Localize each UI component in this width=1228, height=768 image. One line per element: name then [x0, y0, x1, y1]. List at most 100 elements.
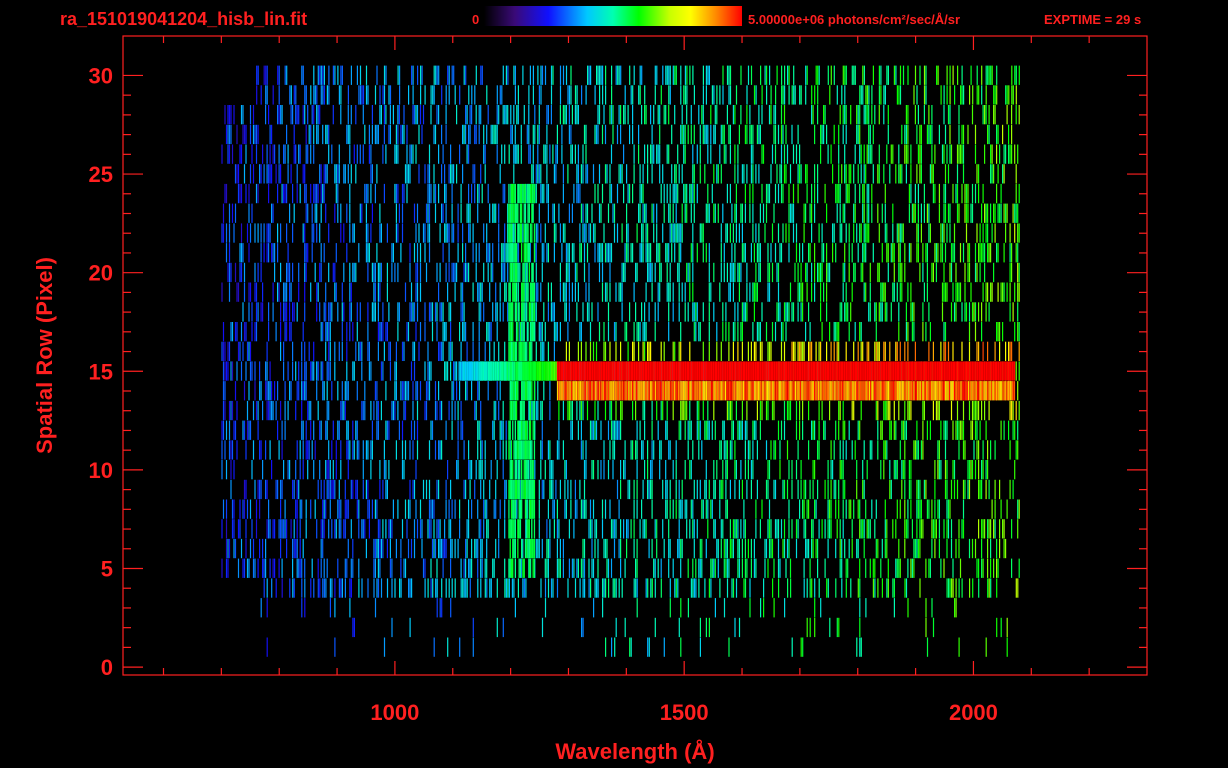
- heatmap-cell: [878, 164, 880, 184]
- heatmap-cell: [835, 183, 837, 204]
- heatmap-cell: [520, 144, 522, 164]
- heatmap-cell: [958, 440, 960, 460]
- heatmap-cell: [905, 105, 907, 125]
- heatmap-cell: [394, 400, 396, 421]
- heatmap-cell: [639, 164, 641, 184]
- heatmap-cell: [320, 164, 322, 184]
- heatmap-cell: [268, 322, 270, 342]
- heatmap-cell: [943, 105, 945, 125]
- heatmap-cell: [976, 420, 978, 440]
- heatmap-cell: [917, 203, 919, 223]
- heatmap-cell: [833, 124, 835, 145]
- heatmap-cell: [783, 519, 786, 539]
- heatmap-cell: [946, 538, 948, 559]
- heatmap-cell: [974, 400, 977, 421]
- heatmap-cell: [601, 183, 604, 204]
- heatmap-cell: [292, 341, 294, 361]
- heatmap-cell: [792, 144, 795, 164]
- heatmap-cell: [257, 302, 259, 322]
- heatmap-cell: [598, 203, 601, 223]
- heatmap-cell: [361, 85, 363, 105]
- heatmap-cell: [941, 302, 944, 322]
- heatmap-cell: [302, 223, 304, 243]
- heatmap-cell: [486, 538, 488, 559]
- heatmap-cell: [610, 144, 613, 164]
- spectrum-plot: 1000 1500 2000051015202530 Wavelength (Å) …: [32, 35, 1148, 764]
- heatmap-cell: [948, 578, 950, 598]
- heatmap-cell: [696, 420, 698, 440]
- heatmap-cell: [747, 65, 750, 85]
- heatmap-cell: [747, 440, 749, 460]
- heatmap-cell: [579, 183, 581, 204]
- heatmap-cell: [418, 223, 420, 243]
- heatmap-cell: [955, 538, 957, 559]
- heatmap-cell: [783, 538, 786, 559]
- heatmap-cell: [838, 322, 840, 342]
- heatmap-cell: [735, 460, 737, 480]
- heatmap-cell: [713, 164, 715, 184]
- heatmap-cell: [668, 538, 670, 559]
- heatmap-cell: [344, 164, 346, 184]
- heatmap-cell: [486, 322, 488, 342]
- heatmap-cell: [626, 223, 628, 243]
- heatmap-cell: [347, 105, 349, 125]
- heatmap-cell: [344, 381, 346, 401]
- heatmap-cell: [702, 85, 704, 105]
- heatmap-cell: [380, 322, 382, 342]
- heatmap-cell: [371, 302, 373, 322]
- heatmap-cell: [844, 203, 846, 223]
- heatmap-cell: [808, 538, 810, 559]
- heatmap-cell: [316, 519, 318, 539]
- heatmap-cell: [289, 460, 291, 480]
- heatmap-cell: [783, 144, 786, 164]
- heatmap-cell: [812, 420, 814, 440]
- heatmap-cell: [950, 479, 953, 500]
- heatmap-cell: [325, 578, 327, 598]
- heatmap-cell: [477, 203, 479, 223]
- heatmap-cell: [922, 302, 924, 322]
- heatmap-cell: [920, 440, 922, 460]
- heatmap-cell: [636, 558, 638, 578]
- heatmap-cell: [337, 164, 339, 184]
- heatmap-cell: [317, 361, 319, 381]
- heatmap-cell: [574, 105, 576, 125]
- heatmap-cell: [982, 341, 984, 361]
- heatmap-cell: [960, 85, 962, 105]
- heatmap-cell: [328, 223, 330, 243]
- heatmap-cell: [1000, 183, 1002, 204]
- heatmap-cell: [389, 341, 391, 361]
- heatmap-cell: [632, 341, 634, 361]
- heatmap-cell: [254, 124, 256, 145]
- heatmap-cell: [507, 302, 509, 322]
- heatmap-cell: [478, 105, 480, 125]
- heatmap-cell: [502, 617, 504, 638]
- heatmap-cell: [508, 519, 510, 539]
- heatmap-cell: [332, 479, 334, 500]
- heatmap-cell: [780, 183, 783, 204]
- heatmap-cell: [624, 105, 626, 125]
- heatmap-cell: [418, 341, 420, 361]
- heatmap-cell: [778, 578, 780, 598]
- heatmap-cell: [508, 578, 510, 598]
- heatmap-cell: [524, 381, 527, 401]
- heatmap-cell: [353, 262, 355, 283]
- heatmap-cell: [490, 124, 492, 145]
- heatmap-cell: [839, 105, 841, 125]
- heatmap-cell: [495, 440, 497, 460]
- heatmap-cell: [659, 144, 661, 164]
- heatmap-cell: [316, 302, 318, 322]
- heatmap-cell: [490, 460, 492, 480]
- heatmap-cell: [889, 479, 891, 500]
- heatmap-cell: [448, 400, 450, 421]
- heatmap-cell: [507, 243, 509, 263]
- heatmap-cell: [377, 400, 379, 421]
- heatmap-cell: [665, 243, 667, 263]
- heatmap-cell: [368, 341, 370, 361]
- heatmap-cell: [601, 499, 604, 519]
- heatmap-cell: [990, 578, 992, 598]
- heatmap-cell: [844, 479, 846, 500]
- heatmap-cell: [293, 203, 295, 223]
- heatmap-cell: [955, 183, 957, 204]
- heatmap-cell: [990, 440, 992, 460]
- heatmap-cell: [826, 124, 828, 145]
